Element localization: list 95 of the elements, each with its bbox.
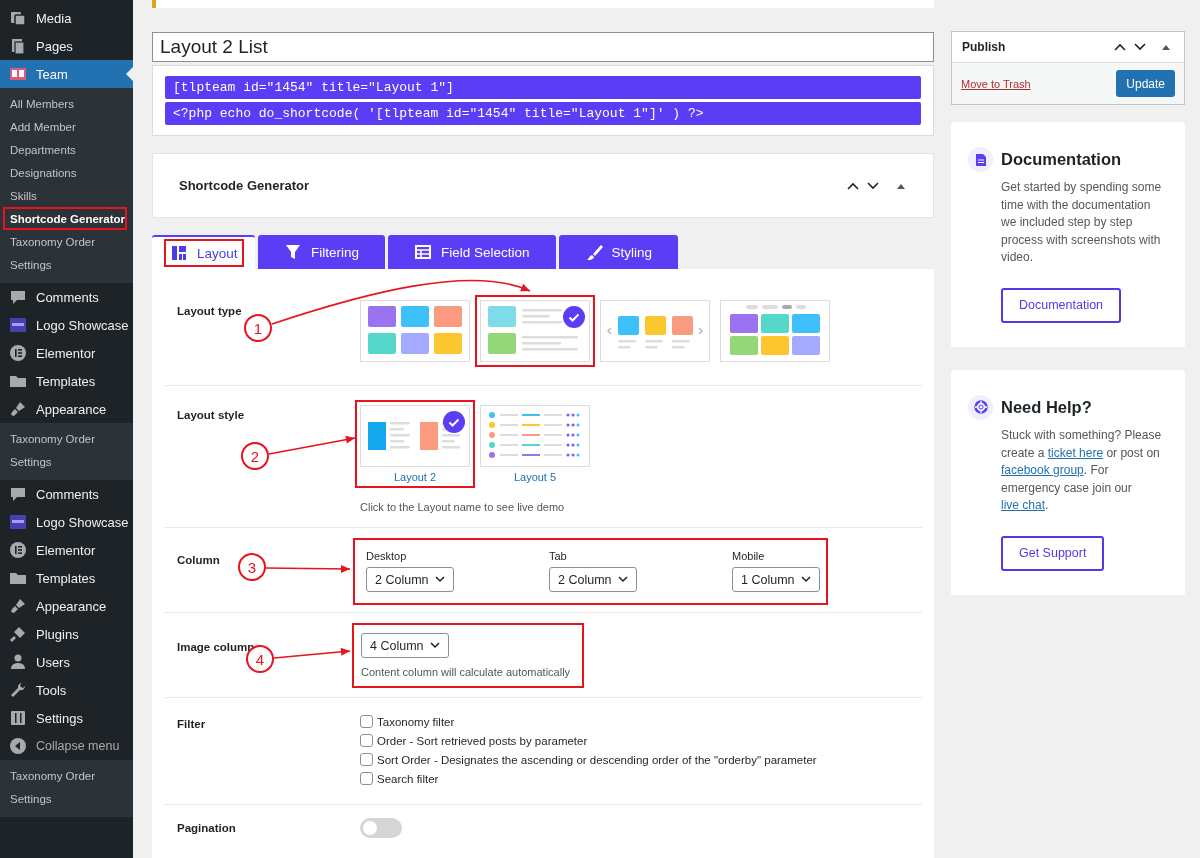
- user-icon: [8, 652, 28, 672]
- sidebar-item[interactable]: Tools: [0, 676, 133, 704]
- filter-checkbox[interactable]: Order - Sort retrieved posts by parameter: [360, 731, 922, 750]
- layout-type-option[interactable]: [720, 300, 830, 362]
- layout-name-link[interactable]: Layout 5: [513, 471, 557, 483]
- field-label: Desktop: [366, 550, 408, 562]
- sidebar-item[interactable]: Settings: [0, 704, 133, 732]
- card-text: Get started by spending some time with the documentation we included step by step process with screenshots with video.: [1001, 179, 1163, 267]
- card-text: Stuck with something? Please create a ticket here or post on facebook group. For emergency case join our live chat.: [1001, 426, 1163, 515]
- sidebar-item[interactable]: Comments: [0, 480, 133, 508]
- text-link[interactable]: ticket here: [1047, 445, 1104, 460]
- field-label: Layout style: [177, 408, 245, 421]
- field-label: Column: [177, 553, 220, 566]
- chevron-down-icon: [800, 576, 811, 583]
- field-label: Pagination: [177, 821, 236, 834]
- submenu-item[interactable]: Settings: [0, 450, 133, 473]
- brush-icon: [8, 399, 28, 419]
- tab[interactable]: Filtering: [258, 235, 385, 269]
- sidebar-item[interactable]: Appearance: [0, 592, 133, 620]
- submenu-item[interactable]: All Members: [0, 92, 133, 115]
- column-select[interactable]: 2 Column: [549, 567, 637, 592]
- check-icon: [563, 306, 585, 328]
- sidebar-item[interactable]: Pages: [0, 32, 133, 60]
- submenu-item[interactable]: Add Member: [0, 115, 133, 138]
- submenu-item[interactable]: Taxonomy Order: [0, 427, 133, 450]
- field-label: Tab: [549, 550, 568, 562]
- chevron-down-icon: [434, 576, 445, 583]
- card-button[interactable]: Get Support: [1001, 535, 1105, 571]
- blocks-icon: [170, 244, 188, 262]
- tab[interactable]: Styling: [558, 235, 679, 269]
- check-icon: [443, 411, 465, 433]
- update-button[interactable]: Update: [1116, 70, 1175, 97]
- submenu-item[interactable]: Taxonomy Order: [0, 764, 133, 787]
- sidebar-item[interactable]: Media: [0, 4, 133, 32]
- table-icon: [414, 243, 432, 261]
- callout-number: 1: [244, 314, 272, 342]
- title-field[interactable]: Layout 2 List: [152, 32, 934, 62]
- column-select[interactable]: 4 Column: [361, 633, 449, 658]
- sidebar-item[interactable]: Elementor: [0, 339, 133, 367]
- lifebuoy-icon: [968, 394, 993, 420]
- submenu-item[interactable]: Designations: [0, 161, 133, 184]
- card-title: Need Help?: [1001, 396, 1093, 418]
- move-to-trash-link[interactable]: Move to Trash: [961, 77, 1031, 90]
- submenu-item[interactable]: Departments: [0, 138, 133, 161]
- submenu-item[interactable]: Settings: [0, 787, 133, 810]
- sidebar-item[interactable]: Comments: [0, 283, 133, 311]
- sidebar-item[interactable]: Appearance: [0, 395, 133, 423]
- filter-checkbox[interactable]: Sort Order - Designates the ascending or descending order of the "orderby" parameter: [360, 750, 922, 769]
- help-text: Content column will calculate automatically: [361, 666, 571, 678]
- sidebar-item[interactable]: Elementor: [0, 536, 133, 564]
- column-select[interactable]: 2 Column: [366, 567, 454, 592]
- pagination-toggle[interactable]: [360, 818, 402, 838]
- column-select[interactable]: 1 Column: [732, 567, 820, 592]
- callout-number: 3: [238, 553, 266, 581]
- tab[interactable]: Layout: [152, 235, 255, 269]
- submenu-item[interactable]: Taxonomy Order: [0, 230, 133, 253]
- brush-icon: [8, 596, 28, 616]
- layout-name-link[interactable]: Layout 2: [393, 471, 437, 483]
- sidebar-item[interactable]: Team: [0, 60, 133, 88]
- sidebar-item[interactable]: Templates: [0, 367, 133, 395]
- layout-style-option[interactable]: [360, 405, 470, 467]
- help-text: Click to the Layout name to see live demo: [360, 501, 566, 513]
- panel-title: Shortcode Generator: [179, 178, 311, 193]
- logo-icon: [8, 315, 28, 335]
- submenu-item[interactable]: Shortcode Generator: [3, 207, 127, 230]
- box-title: Publish: [962, 40, 1007, 54]
- text-link[interactable]: facebook group: [1001, 463, 1084, 478]
- field-label: Mobile: [732, 550, 766, 562]
- sliders-icon: [8, 708, 28, 728]
- plug-icon: [8, 624, 28, 644]
- collapse-icon: [8, 736, 28, 756]
- chevron-down-icon: [429, 642, 440, 649]
- filter-checkbox[interactable]: Taxonomy filter: [360, 712, 922, 731]
- logo-icon: [8, 512, 28, 532]
- circle-e-icon: [8, 540, 28, 560]
- circle-e-icon: [8, 343, 28, 363]
- layout-type-option[interactable]: [360, 300, 470, 362]
- callout-number: 2: [241, 442, 269, 470]
- document-icon: [968, 147, 993, 172]
- sidebar-item[interactable]: Logo Showcase: [0, 508, 133, 536]
- field-label: Filter: [177, 717, 206, 730]
- card-title: Documentation: [1001, 149, 1123, 170]
- sidebar-item[interactable]: Users: [0, 648, 133, 676]
- sidebar-item[interactable]: Logo Showcase: [0, 311, 133, 339]
- tab[interactable]: Field Selection: [388, 235, 556, 269]
- filter-checkbox[interactable]: Search filter: [360, 769, 922, 788]
- chevron-down-icon: [617, 576, 628, 583]
- sidebar-item[interactable]: Templates: [0, 564, 133, 592]
- sidebar-item[interactable]: Plugins: [0, 620, 133, 648]
- card-button[interactable]: Documentation: [1001, 287, 1122, 323]
- field-label: Layout type: [177, 304, 242, 317]
- submenu-item[interactable]: Skills: [0, 184, 133, 207]
- funnel-icon: [284, 243, 302, 261]
- collapse-menu-button[interactable]: Collapse menu: [0, 732, 133, 760]
- submenu-item[interactable]: Settings: [0, 253, 133, 276]
